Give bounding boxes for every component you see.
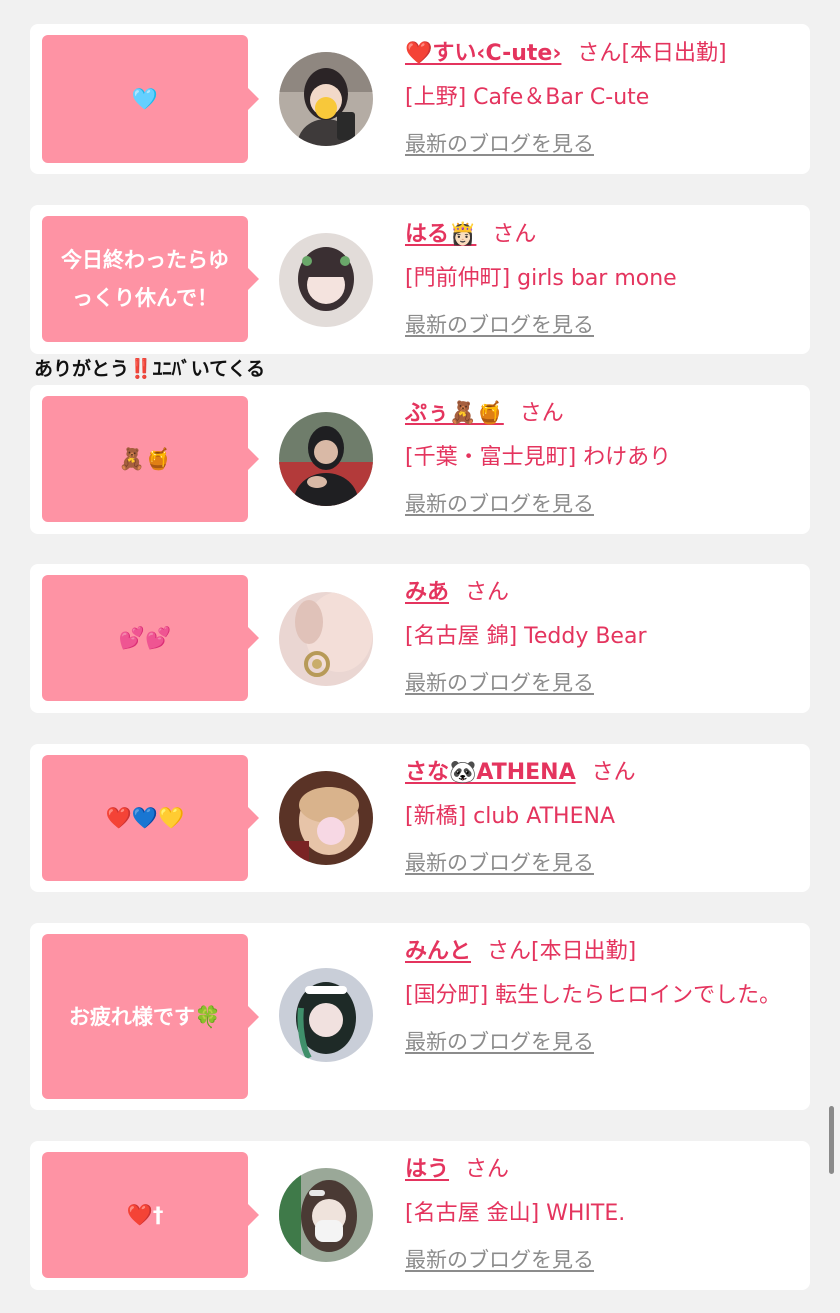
card-info: ぷぅ🧸🍯 さん [千葉・富士見町] わけあり 最新のブログを見る bbox=[405, 398, 796, 518]
message-card: お疲れ様です🍀 みんと さん[本日出勤] [国分町] 転生したらヒロインでした。 … bbox=[30, 923, 810, 1110]
girl-name-link[interactable]: みんと bbox=[405, 939, 471, 964]
exclamation-icon: ‼️ bbox=[129, 358, 153, 380]
card-info: ❤️すい‹C-ute› さん[本日出勤] [上野] Cafe＆Bar C-ute … bbox=[405, 38, 796, 158]
profile-photo-icon bbox=[279, 412, 373, 506]
name-line: はう さん bbox=[405, 1154, 796, 1186]
avatar[interactable] bbox=[279, 771, 373, 865]
message-text: 今日終わったらゆっくり休んで！ bbox=[61, 248, 229, 310]
honorific: さん bbox=[465, 1157, 510, 1182]
card-info: はう さん [名古屋 金山] WHITE. 最新のブログを見る bbox=[405, 1154, 796, 1274]
message-card: 今日終わったらゆっくり休んで！ はる👸🏻 さん [門前仲町] girls bar … bbox=[30, 205, 810, 354]
avatar[interactable] bbox=[279, 233, 373, 327]
message-bubble: ❤️💙💛 bbox=[42, 755, 259, 881]
honorific: さん bbox=[519, 401, 564, 426]
girl-name-link[interactable]: ぷぅ🧸🍯 bbox=[405, 401, 504, 426]
avatar[interactable] bbox=[279, 412, 373, 506]
shop-info: [上野] Cafe＆Bar C-ute bbox=[405, 85, 650, 110]
message-text: 🧸🍯 bbox=[118, 447, 172, 471]
blog-link[interactable]: 最新のブログを見る bbox=[405, 1246, 594, 1274]
message-text: お疲れ様です🍀 bbox=[68, 1004, 222, 1029]
message-card: 💕💕 みあ さん [名古屋 錦] Teddy Bear 最新のブログを見る bbox=[30, 564, 810, 713]
honorific: さん bbox=[492, 222, 537, 247]
avatar[interactable] bbox=[279, 52, 373, 146]
message-card: ❤️💙💛 さな🐼ATHENA さん [新橋] club ATHENA 最新のブログ… bbox=[30, 744, 810, 892]
name-line: さな🐼ATHENA さん bbox=[405, 757, 796, 789]
profile-photo-icon bbox=[279, 1168, 373, 1262]
shop-info: [門前仲町] girls bar mone bbox=[405, 266, 677, 291]
honorific: さん bbox=[487, 939, 532, 964]
status-badge: [本日出勤] bbox=[621, 41, 727, 66]
shop-info: [新橋] club ATHENA bbox=[405, 804, 615, 829]
card-info: みあ さん [名古屋 錦] Teddy Bear 最新のブログを見る bbox=[405, 577, 796, 697]
shop-info: [千葉・富士見町] わけあり bbox=[405, 445, 672, 470]
card-info: さな🐼ATHENA さん [新橋] club ATHENA 最新のブログを見る bbox=[405, 757, 796, 877]
girl-name-link[interactable]: はう bbox=[405, 1157, 449, 1182]
blog-link[interactable]: 最新のブログを見る bbox=[405, 849, 594, 877]
message-bubble: 今日終わったらゆっくり休んで！ bbox=[42, 216, 259, 342]
name-line: はる👸🏻 さん bbox=[405, 219, 796, 251]
message-card: 🩵 ❤️すい‹C-ute› さん[本日出勤] [上野] Cafe＆Bar C-ut… bbox=[30, 24, 810, 174]
message-bubble: 💕💕 bbox=[42, 575, 259, 701]
profile-photo-icon bbox=[279, 771, 373, 865]
message-text: 🩵 bbox=[131, 87, 159, 111]
shop-info: [国分町] 転生したらヒロインでした。 bbox=[405, 983, 782, 1008]
shop-info: [名古屋 錦] Teddy Bear bbox=[405, 624, 647, 649]
profile-photo-icon bbox=[279, 968, 373, 1062]
honorific: さん bbox=[591, 760, 636, 785]
name-line: ぷぅ🧸🍯 さん bbox=[405, 398, 796, 430]
name-line: ❤️すい‹C-ute› さん[本日出勤] bbox=[405, 38, 796, 70]
girl-name-link[interactable]: はる👸🏻 bbox=[405, 222, 476, 247]
girl-name-link[interactable]: みあ bbox=[405, 580, 449, 605]
status-badge: [本日出勤] bbox=[531, 939, 637, 964]
card-info: はる👸🏻 さん [門前仲町] girls bar mone 最新のブログを見る bbox=[405, 219, 796, 339]
name-line: みあ さん bbox=[405, 577, 796, 609]
blog-link[interactable]: 最新のブログを見る bbox=[405, 490, 594, 518]
honorific: さん bbox=[577, 41, 622, 66]
floating-comment-text-tail: ﾕﾆﾊﾞいてくる bbox=[152, 358, 266, 380]
message-bubble: ❤️† bbox=[42, 1152, 259, 1278]
honorific: さん bbox=[465, 580, 510, 605]
blog-link[interactable]: 最新のブログを見る bbox=[405, 669, 594, 697]
blog-link[interactable]: 最新のブログを見る bbox=[405, 130, 594, 158]
message-bubble: お疲れ様です🍀 bbox=[42, 934, 259, 1099]
profile-photo-icon bbox=[279, 592, 373, 686]
floating-comment: ありがとう‼️ﾕﾆﾊﾞいてくる bbox=[34, 355, 265, 383]
shop-info: [名古屋 金山] WHITE. bbox=[405, 1201, 626, 1226]
message-text: 💕💕 bbox=[118, 626, 172, 650]
scrollbar[interactable] bbox=[829, 1106, 834, 1174]
girl-name-link[interactable]: さな🐼ATHENA bbox=[405, 760, 576, 785]
message-bubble: 🧸🍯 bbox=[42, 396, 259, 522]
avatar[interactable] bbox=[279, 592, 373, 686]
profile-photo-icon bbox=[279, 233, 373, 327]
card-info: みんと さん[本日出勤] [国分町] 転生したらヒロインでした。 最新のブログを見… bbox=[405, 936, 796, 1056]
message-card: ❤️† はう さん [名古屋 金山] WHITE. 最新のブログを見る bbox=[30, 1141, 810, 1290]
profile-photo-icon bbox=[279, 52, 373, 146]
girl-name-link[interactable]: ❤️すい‹C-ute› bbox=[405, 41, 561, 66]
message-card: 🧸🍯 ぷぅ🧸🍯 さん [千葉・富士見町] わけあり 最新のブログを見る bbox=[30, 385, 810, 534]
avatar[interactable] bbox=[279, 1168, 373, 1262]
avatar[interactable] bbox=[279, 968, 373, 1062]
message-bubble: 🩵 bbox=[42, 35, 259, 163]
blog-link[interactable]: 最新のブログを見る bbox=[405, 1028, 594, 1056]
name-line: みんと さん[本日出勤] bbox=[405, 936, 796, 968]
blog-link[interactable]: 最新のブログを見る bbox=[405, 311, 594, 339]
message-text: ❤️💙💛 bbox=[105, 806, 185, 830]
floating-comment-text: ありがとう bbox=[34, 358, 130, 380]
message-text: ❤️† bbox=[126, 1203, 164, 1227]
